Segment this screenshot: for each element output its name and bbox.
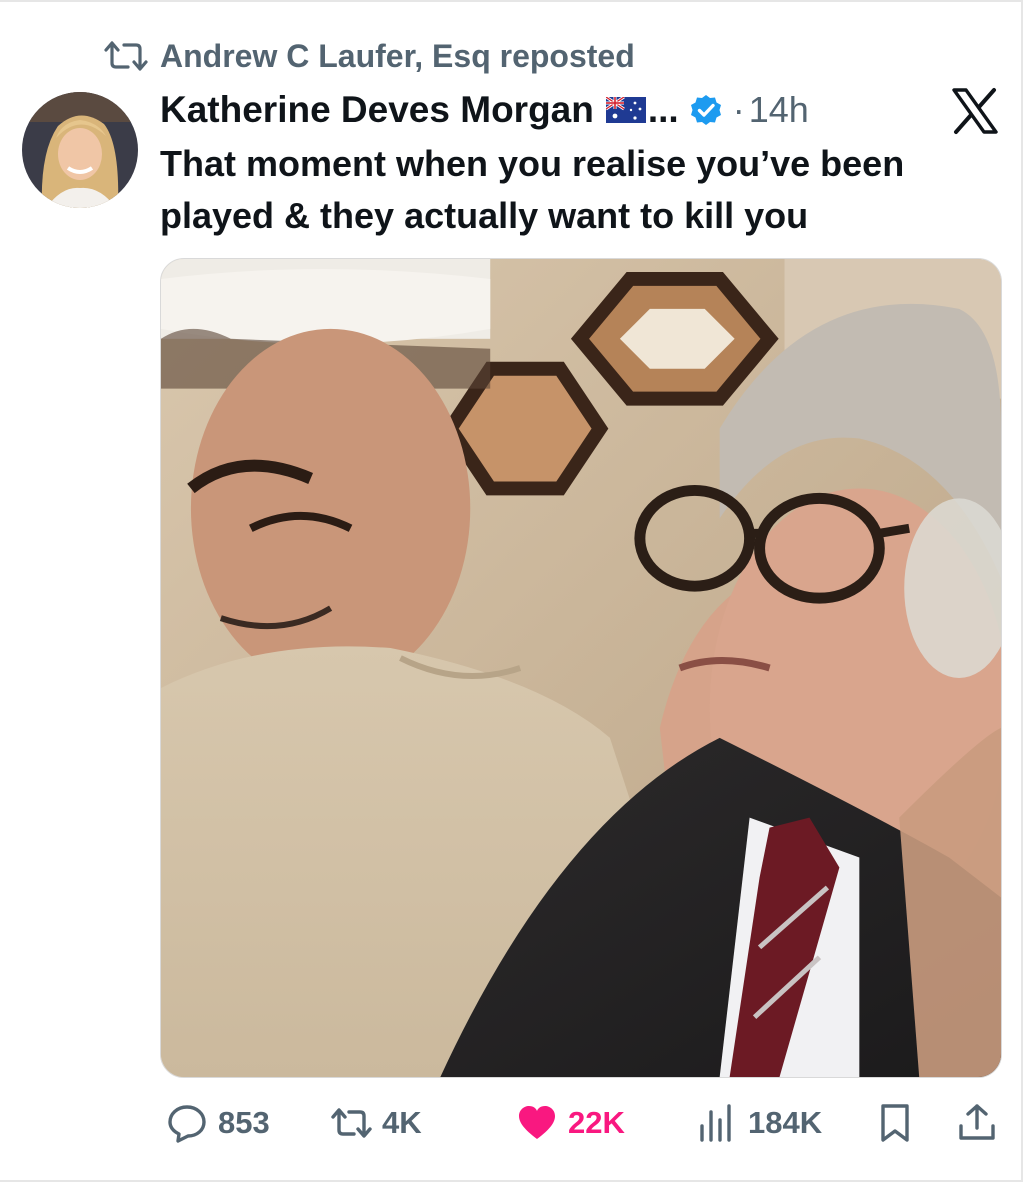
x-logo-icon (950, 86, 1000, 136)
share-icon (959, 1104, 995, 1140)
timestamp[interactable]: · 14h (729, 89, 809, 131)
verified-badge-icon (689, 93, 723, 127)
tweet-text: That moment when you realise you’ve been… (160, 143, 905, 236)
separator-dot: · (732, 89, 745, 130)
views-button[interactable]: 184K (696, 1098, 822, 1148)
australia-flag-icon (605, 97, 646, 123)
bookmark-button[interactable] (874, 1098, 916, 1148)
tweet-photo[interactable] (160, 258, 1002, 1078)
reply-button[interactable]: 853 (166, 1098, 270, 1148)
repost-count: 4K (382, 1105, 422, 1140)
avatar-photo (22, 92, 138, 208)
action-bar: 853 4K 22K 184K (160, 1098, 1002, 1148)
repost-icon (104, 41, 148, 71)
bookmark-icon (881, 1104, 909, 1142)
repost-label: Andrew C Laufer, Esq reposted (160, 37, 635, 74)
like-count: 22K (568, 1105, 625, 1140)
like-button[interactable]: 22K (516, 1098, 625, 1148)
photo-content (161, 259, 1001, 1077)
avatar[interactable] (22, 92, 138, 208)
repost-context[interactable]: Andrew C Laufer, Esq reposted (104, 36, 635, 76)
views-icon (700, 1104, 731, 1142)
repost-button[interactable]: 4K (330, 1098, 422, 1148)
share-button[interactable] (956, 1098, 998, 1148)
views-count: 184K (748, 1105, 823, 1140)
reply-icon (168, 1105, 206, 1143)
time-label: 14h (748, 89, 809, 130)
reply-count: 853 (218, 1105, 270, 1140)
author-name[interactable]: Katherine Deves Morgan (160, 89, 594, 131)
heart-icon (519, 1106, 555, 1139)
repost-icon (331, 1108, 372, 1138)
tweet-header: Katherine Deves Morgan ... · 14h (160, 84, 809, 136)
name-ellipsis: ... (647, 89, 679, 130)
